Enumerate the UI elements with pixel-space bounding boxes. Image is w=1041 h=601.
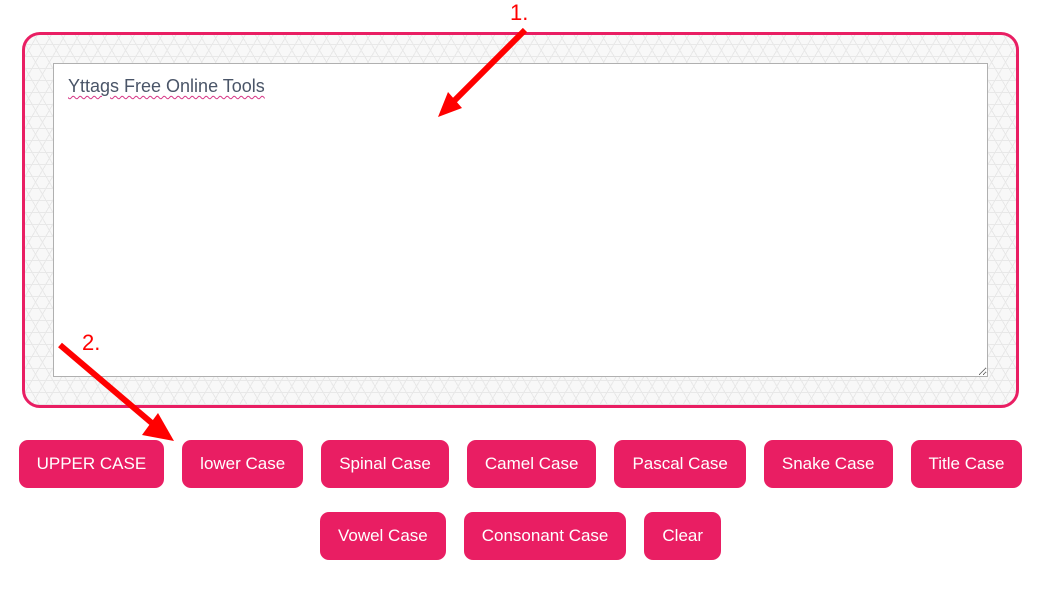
spinal-case-button[interactable]: Spinal Case — [321, 440, 449, 488]
input-panel — [22, 32, 1019, 408]
pascal-case-button[interactable]: Pascal Case — [614, 440, 745, 488]
text-input[interactable] — [53, 63, 988, 377]
title-case-button[interactable]: Title Case — [911, 440, 1023, 488]
camel-case-button[interactable]: Camel Case — [467, 440, 597, 488]
annotation-label-1: 1. — [510, 0, 528, 26]
button-row-1: UPPER CASE lower Case Spinal Case Camel … — [0, 440, 1041, 488]
upper-case-button[interactable]: UPPER CASE — [19, 440, 165, 488]
consonant-case-button[interactable]: Consonant Case — [464, 512, 627, 560]
vowel-case-button[interactable]: Vowel Case — [320, 512, 446, 560]
lower-case-button[interactable]: lower Case — [182, 440, 303, 488]
annotation-label-2: 2. — [82, 330, 100, 356]
snake-case-button[interactable]: Snake Case — [764, 440, 893, 488]
button-row-2: Vowel Case Consonant Case Clear — [0, 512, 1041, 560]
clear-button[interactable]: Clear — [644, 512, 721, 560]
